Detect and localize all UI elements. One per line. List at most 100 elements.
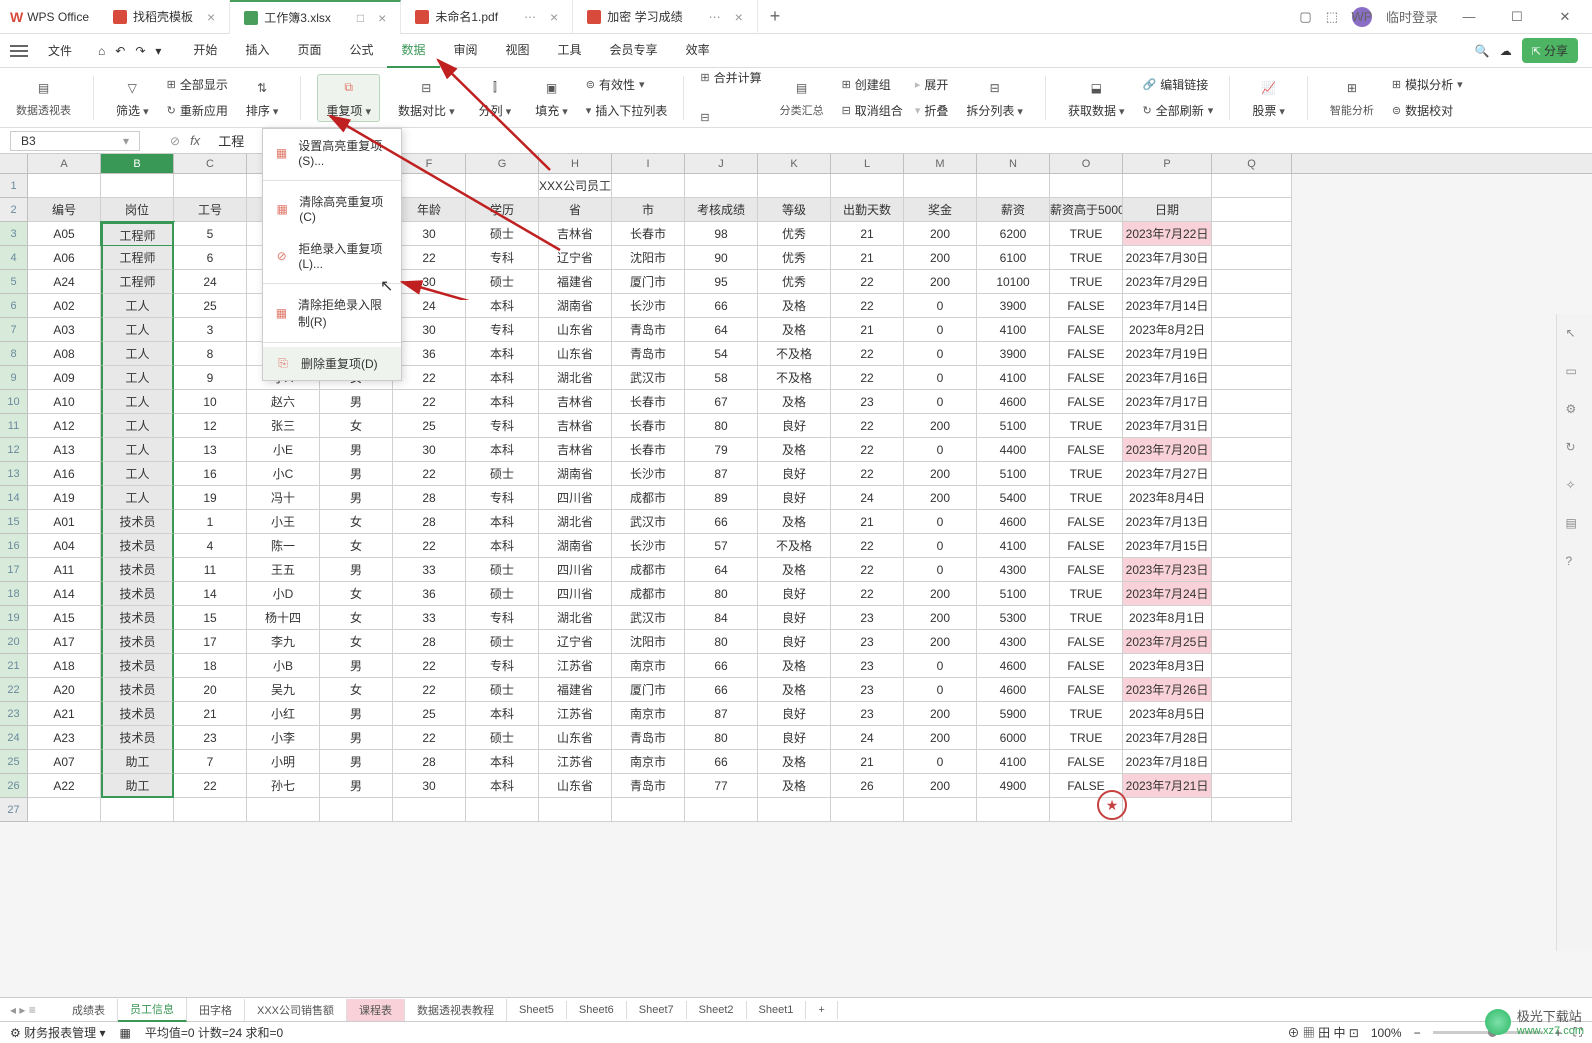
split-table-button[interactable]: ⊟拆分列表 ▾ — [960, 75, 1029, 121]
header-cell[interactable]: 省 — [539, 198, 612, 222]
cell[interactable]: 22 — [393, 534, 466, 558]
cell[interactable]: TRUE — [1050, 702, 1123, 726]
cell[interactable]: 66 — [685, 294, 758, 318]
cell[interactable]: 23 — [831, 630, 904, 654]
cell[interactable]: 2023年8月3日 — [1123, 654, 1212, 678]
dd-item[interactable]: ⎘删除重复项(D) — [263, 347, 401, 380]
cell[interactable]: 2023年7月18日 — [1123, 750, 1212, 774]
cell[interactable]: 四川省 — [539, 486, 612, 510]
subtotal-label[interactable]: ▤分类汇总 — [774, 75, 830, 120]
cell[interactable]: 硕士 — [466, 726, 539, 750]
cell[interactable]: 男 — [320, 558, 393, 582]
cell[interactable]: 22 — [393, 462, 466, 486]
col-header[interactable]: F — [393, 154, 466, 173]
cell[interactable]: 22 — [831, 342, 904, 366]
cell[interactable]: TRUE — [1050, 246, 1123, 270]
cell[interactable]: 技术员 — [101, 678, 174, 702]
cell[interactable] — [904, 174, 977, 198]
cell[interactable]: 200 — [904, 486, 977, 510]
cell[interactable] — [1212, 534, 1292, 558]
cell[interactable]: 硕士 — [466, 630, 539, 654]
header-cell[interactable]: 出勤天数 — [831, 198, 904, 222]
refresh-icon[interactable]: ↻ — [1566, 440, 1584, 458]
cell[interactable]: 2023年7月15日 — [1123, 534, 1212, 558]
cell[interactable]: 小B — [247, 654, 320, 678]
cell[interactable]: 硕士 — [466, 222, 539, 246]
cell[interactable]: 本科 — [466, 702, 539, 726]
cell[interactable]: 南京市 — [612, 702, 685, 726]
cell[interactable] — [1212, 630, 1292, 654]
cube-icon[interactable]: ▢ — [1299, 9, 1311, 25]
cell[interactable]: 及格 — [758, 750, 831, 774]
cell[interactable]: 湖北省 — [539, 366, 612, 390]
cell[interactable] — [977, 174, 1050, 198]
cell[interactable]: 湖南省 — [539, 294, 612, 318]
row-header[interactable]: 24 — [0, 726, 28, 750]
file-menu[interactable]: 文件 — [40, 38, 80, 63]
cell[interactable]: 硕士 — [466, 558, 539, 582]
menu-tab-数据[interactable]: 数据 — [387, 33, 439, 68]
cell[interactable]: 0 — [904, 390, 977, 414]
editlink-button[interactable]: 🔗 编辑链接 — [1143, 73, 1214, 97]
cell[interactable]: 专科 — [466, 318, 539, 342]
cell[interactable]: 辽宁省 — [539, 630, 612, 654]
doc-tab[interactable]: 工作簿3.xlsx□× — [230, 0, 401, 34]
cell[interactable] — [612, 174, 685, 198]
cell[interactable]: 工程师 — [101, 222, 174, 246]
cell[interactable]: 23 — [831, 702, 904, 726]
cell[interactable]: A18 — [28, 654, 101, 678]
sort-button[interactable]: ⇅排序 ▾ — [240, 75, 285, 121]
cell[interactable]: 79 — [685, 438, 758, 462]
cell[interactable]: FALSE — [1050, 318, 1123, 342]
cell[interactable]: 21 — [831, 750, 904, 774]
cell[interactable]: 长春市 — [612, 438, 685, 462]
cell[interactable]: 200 — [904, 726, 977, 750]
cell[interactable]: 10 — [174, 390, 247, 414]
cell[interactable]: FALSE — [1050, 390, 1123, 414]
cloud-icon[interactable]: ☁ — [1500, 44, 1512, 58]
cell[interactable] — [1212, 582, 1292, 606]
cell[interactable]: 36 — [393, 582, 466, 606]
cell[interactable]: 0 — [904, 654, 977, 678]
cell[interactable]: 28 — [393, 510, 466, 534]
cell[interactable]: 吉林省 — [539, 390, 612, 414]
sheet-tab[interactable]: Sheet2 — [687, 1001, 747, 1019]
cell[interactable]: 66 — [685, 678, 758, 702]
cell[interactable]: 本科 — [466, 510, 539, 534]
row-header[interactable]: 12 — [0, 438, 28, 462]
avatar[interactable]: WP — [1352, 7, 1372, 27]
cell[interactable]: 4100 — [977, 318, 1050, 342]
cell[interactable]: 南京市 — [612, 750, 685, 774]
cell[interactable]: 福建省 — [539, 270, 612, 294]
cell[interactable]: 技术员 — [101, 534, 174, 558]
select-icon[interactable]: ▭ — [1566, 364, 1584, 382]
cell[interactable] — [1212, 558, 1292, 582]
filter-button[interactable]: ▽筛选 ▾ — [110, 75, 155, 121]
cell[interactable]: 技术员 — [101, 630, 174, 654]
cell[interactable]: 男 — [320, 750, 393, 774]
cell[interactable]: 女 — [320, 678, 393, 702]
cell[interactable] — [758, 798, 831, 822]
cell[interactable]: 200 — [904, 222, 977, 246]
cell[interactable]: 吉林省 — [539, 414, 612, 438]
cell[interactable]: 良好 — [758, 726, 831, 750]
cell[interactable]: 13 — [174, 438, 247, 462]
cell[interactable]: 李九 — [247, 630, 320, 654]
cell[interactable]: 4900 — [977, 774, 1050, 798]
cell[interactable]: 福建省 — [539, 678, 612, 702]
cell[interactable]: 2023年7月14日 — [1123, 294, 1212, 318]
cell[interactable]: 赵六 — [247, 390, 320, 414]
cell[interactable] — [539, 798, 612, 822]
add-sheet[interactable]: + — [806, 1001, 837, 1019]
header-cell[interactable]: 薪资 — [977, 198, 1050, 222]
cell[interactable]: 22 — [831, 270, 904, 294]
cell[interactable]: 20 — [174, 678, 247, 702]
cell[interactable]: 及格 — [758, 294, 831, 318]
cell[interactable]: 山东省 — [539, 726, 612, 750]
menu-tab-效率[interactable]: 效率 — [672, 33, 724, 68]
header-cell[interactable]: 奖金 — [904, 198, 977, 222]
cell[interactable] — [101, 174, 174, 198]
cell[interactable]: 22 — [393, 366, 466, 390]
cell[interactable]: 0 — [904, 438, 977, 462]
menu-tab-开始[interactable]: 开始 — [179, 33, 231, 68]
